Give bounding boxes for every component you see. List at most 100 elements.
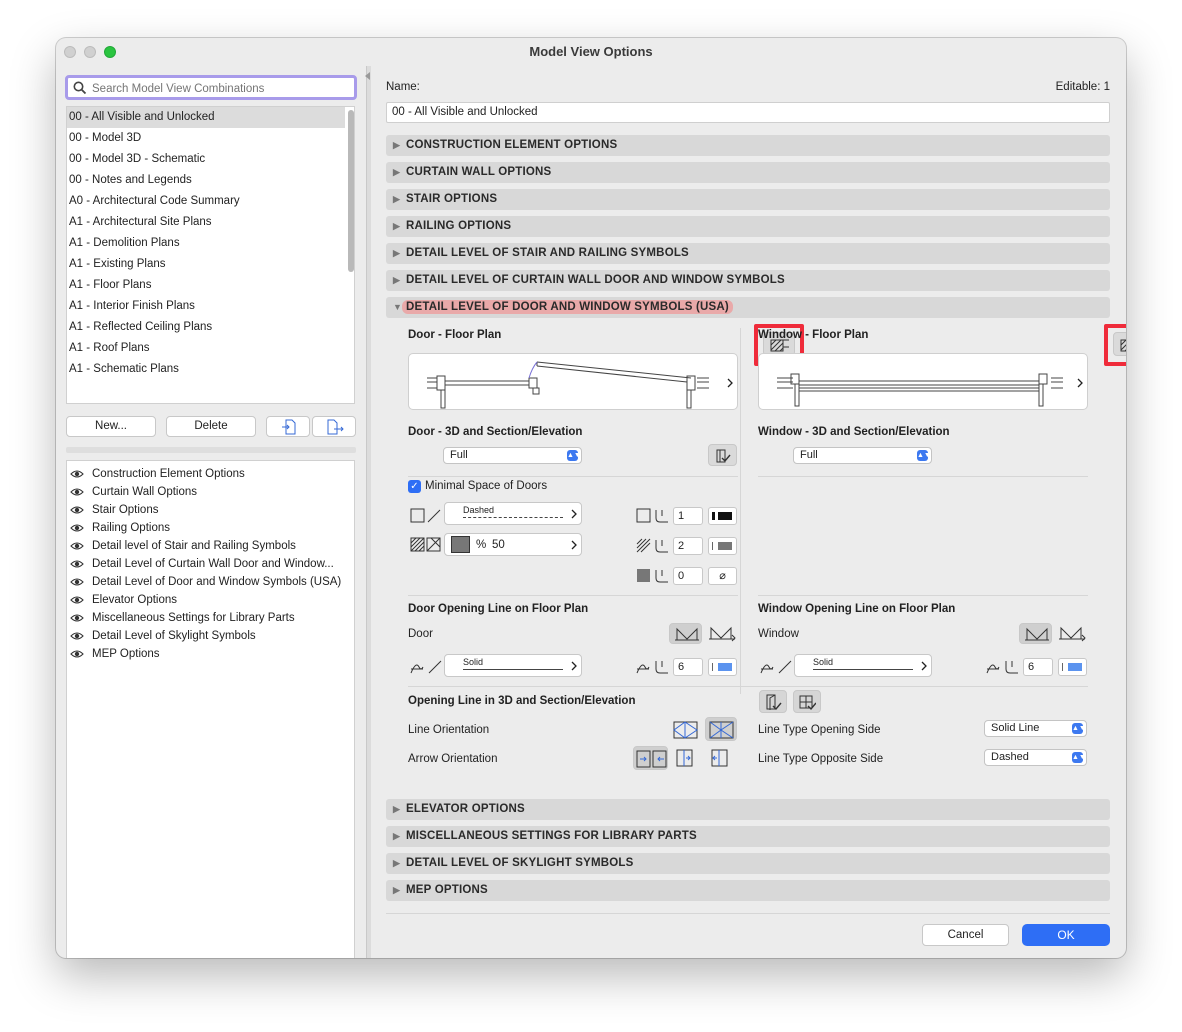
eye-icon[interactable] xyxy=(70,487,84,497)
combination-item[interactable]: A1 - Schematic Plans xyxy=(67,359,354,380)
line-type-opening-side-select[interactable]: Solid Line ▲▼ xyxy=(984,720,1087,737)
section-stair[interactable]: ▶ STAIR OPTIONS xyxy=(386,189,1110,210)
door-floor-plan-preview[interactable] xyxy=(408,353,738,410)
name-field[interactable]: 00 - All Visible and Unlocked xyxy=(386,102,1110,123)
option-set-item[interactable]: Detail Level of Skylight Symbols xyxy=(67,627,354,645)
new-button[interactable]: New... xyxy=(66,416,156,437)
pane-splitter[interactable] xyxy=(365,66,371,958)
combination-item[interactable]: 00 - All Visible and Unlocked xyxy=(67,107,354,128)
section-curtain-wall[interactable]: ▶ CURTAIN WALL OPTIONS xyxy=(386,162,1110,183)
eye-icon[interactable] xyxy=(70,541,84,551)
combination-item[interactable]: 00 - Notes and Legends xyxy=(67,170,354,191)
door-opening-line-type-selector[interactable]: Solid xyxy=(444,654,582,677)
collapse-arrow-icon[interactable] xyxy=(365,72,371,80)
eye-icon[interactable] xyxy=(70,613,84,623)
import-button[interactable] xyxy=(266,416,310,437)
opening3d-window-button[interactable] xyxy=(793,690,821,713)
option-set-item[interactable]: Railing Options xyxy=(67,519,354,537)
contour-pen-field[interactable]: 1 xyxy=(673,507,703,525)
option-set-item[interactable]: Construction Element Options xyxy=(67,465,354,483)
window-floor-plan-preview[interactable] xyxy=(758,353,1088,410)
option-set-item[interactable]: Elevator Options xyxy=(67,591,354,609)
eye-icon[interactable] xyxy=(70,631,84,641)
cancel-button[interactable]: Cancel xyxy=(922,924,1009,946)
combinations-list[interactable]: 00 - All Visible and Unlocked 00 - Model… xyxy=(66,106,355,404)
line-orientation-2-button[interactable] xyxy=(705,717,737,741)
ok-button[interactable]: OK xyxy=(1022,924,1110,946)
option-set-item[interactable]: Stair Options xyxy=(67,501,354,519)
door-3d-symbol-button[interactable] xyxy=(708,444,737,466)
section-misc-library-parts[interactable]: ▶ MISCELLANEOUS SETTINGS FOR LIBRARY PART… xyxy=(386,826,1110,847)
section-stair-railing-symbols[interactable]: ▶ DETAIL LEVEL OF STAIR AND RAILING SYMBO… xyxy=(386,243,1110,264)
scrollbar-thumb[interactable] xyxy=(348,110,354,272)
window-opening-line-type-selector[interactable]: Solid xyxy=(794,654,932,677)
window-3d-section-select[interactable]: Full ▲▼ xyxy=(793,447,932,464)
search-box[interactable] xyxy=(65,75,357,100)
chevron-right-icon[interactable] xyxy=(1077,378,1083,388)
search-input[interactable] xyxy=(92,80,347,97)
arrow-orientation-3-icon[interactable] xyxy=(711,748,729,768)
combination-item[interactable]: A1 - Reflected Ceiling Plans xyxy=(67,317,354,338)
section-construction-element[interactable]: ▶ CONSTRUCTION ELEMENT OPTIONS xyxy=(386,135,1110,156)
export-button[interactable] xyxy=(312,416,356,437)
line-orientation-1-icon[interactable] xyxy=(673,720,698,740)
combination-item[interactable]: A1 - Demolition Plans xyxy=(67,233,354,254)
eye-icon[interactable] xyxy=(70,505,84,515)
door-opening-pen-field[interactable]: 6 xyxy=(673,658,703,676)
eye-icon[interactable] xyxy=(70,523,84,533)
fill-selector[interactable]: % 50 xyxy=(444,533,582,556)
line-type-opposite-side-select[interactable]: Dashed ▲▼ xyxy=(984,749,1087,766)
door-opening-style-1[interactable] xyxy=(669,623,702,644)
opening-line-alt-icon[interactable] xyxy=(708,625,736,642)
combination-item[interactable]: A1 - Roof Plans xyxy=(67,338,354,359)
eye-icon[interactable] xyxy=(70,595,84,605)
option-set-item[interactable]: Detail Level of Door and Window Symbols … xyxy=(67,573,354,591)
section-elevator[interactable]: ▶ ELEVATOR OPTIONS xyxy=(386,799,1110,820)
background-pen-color[interactable]: ⌀ xyxy=(708,567,737,585)
combination-item[interactable]: 00 - Model 3D xyxy=(67,128,354,149)
combination-item[interactable]: A1 - Floor Plans xyxy=(67,275,354,296)
arrow-orientation-1-button[interactable] xyxy=(633,746,668,770)
door-opening-pen-color[interactable] xyxy=(708,658,737,676)
combination-item[interactable]: A1 - Interior Finish Plans xyxy=(67,296,354,317)
minimize-window-button[interactable] xyxy=(84,46,96,58)
eye-icon[interactable] xyxy=(70,577,84,587)
option-set-item[interactable]: Curtain Wall Options xyxy=(67,483,354,501)
combination-item[interactable]: A0 - Architectural Code Summary xyxy=(67,191,354,212)
combination-item[interactable]: 00 - Model 3D - Schematic xyxy=(67,149,354,170)
contour-pen-color[interactable] xyxy=(708,507,737,525)
background-pen-field[interactable]: 0 xyxy=(673,567,703,585)
combination-item[interactable]: A1 - Existing Plans xyxy=(67,254,354,275)
opening-line-alt-icon[interactable] xyxy=(1058,625,1086,642)
option-set-item[interactable]: Detail level of Stair and Railing Symbol… xyxy=(67,537,354,555)
option-set-item[interactable]: MEP Options xyxy=(67,645,354,663)
option-sets-list[interactable]: Construction Element Options Curtain Wal… xyxy=(66,460,355,958)
delete-button[interactable]: Delete xyxy=(166,416,256,437)
opening3d-door-button[interactable] xyxy=(759,690,787,713)
eye-icon[interactable] xyxy=(70,469,84,479)
line-type-selector[interactable]: Dashed xyxy=(444,502,582,525)
arrow-orientation-2-icon[interactable] xyxy=(676,748,694,768)
minimal-space-checkbox[interactable]: ✓ xyxy=(408,480,421,493)
section-skylight-symbols[interactable]: ▶ DETAIL LEVEL OF SKYLIGHT SYMBOLS xyxy=(386,853,1110,874)
window-floor-plan-symbol-button[interactable] xyxy=(1113,332,1126,356)
section-railing[interactable]: ▶ RAILING OPTIONS xyxy=(386,216,1110,237)
window-opening-pen-field[interactable]: 6 xyxy=(1023,658,1053,676)
close-window-button[interactable] xyxy=(64,46,76,58)
combinations-scrollbar[interactable] xyxy=(345,106,355,404)
chevron-right-icon[interactable] xyxy=(727,378,733,388)
option-set-item[interactable]: Detail Level of Curtain Wall Door and Wi… xyxy=(67,555,354,573)
eye-icon[interactable] xyxy=(70,559,84,569)
section-curtain-wall-door-window[interactable]: ▶ DETAIL LEVEL OF CURTAIN WALL DOOR AND W… xyxy=(386,270,1110,291)
window-opening-pen-color[interactable] xyxy=(1058,658,1087,676)
window-opening-style-1[interactable] xyxy=(1019,623,1052,644)
zoom-window-button[interactable] xyxy=(104,46,116,58)
list-splitter[interactable] xyxy=(66,447,356,453)
door-3d-section-select[interactable]: Full ▲▼ xyxy=(443,447,582,464)
combination-item[interactable]: A1 - Architectural Site Plans xyxy=(67,212,354,233)
fill-pen-color[interactable] xyxy=(708,537,737,555)
fill-pen-field[interactable]: 2 xyxy=(673,537,703,555)
section-mep[interactable]: ▶ MEP OPTIONS xyxy=(386,880,1110,901)
eye-icon[interactable] xyxy=(70,649,84,659)
option-set-item[interactable]: Miscellaneous Settings for Library Parts xyxy=(67,609,354,627)
